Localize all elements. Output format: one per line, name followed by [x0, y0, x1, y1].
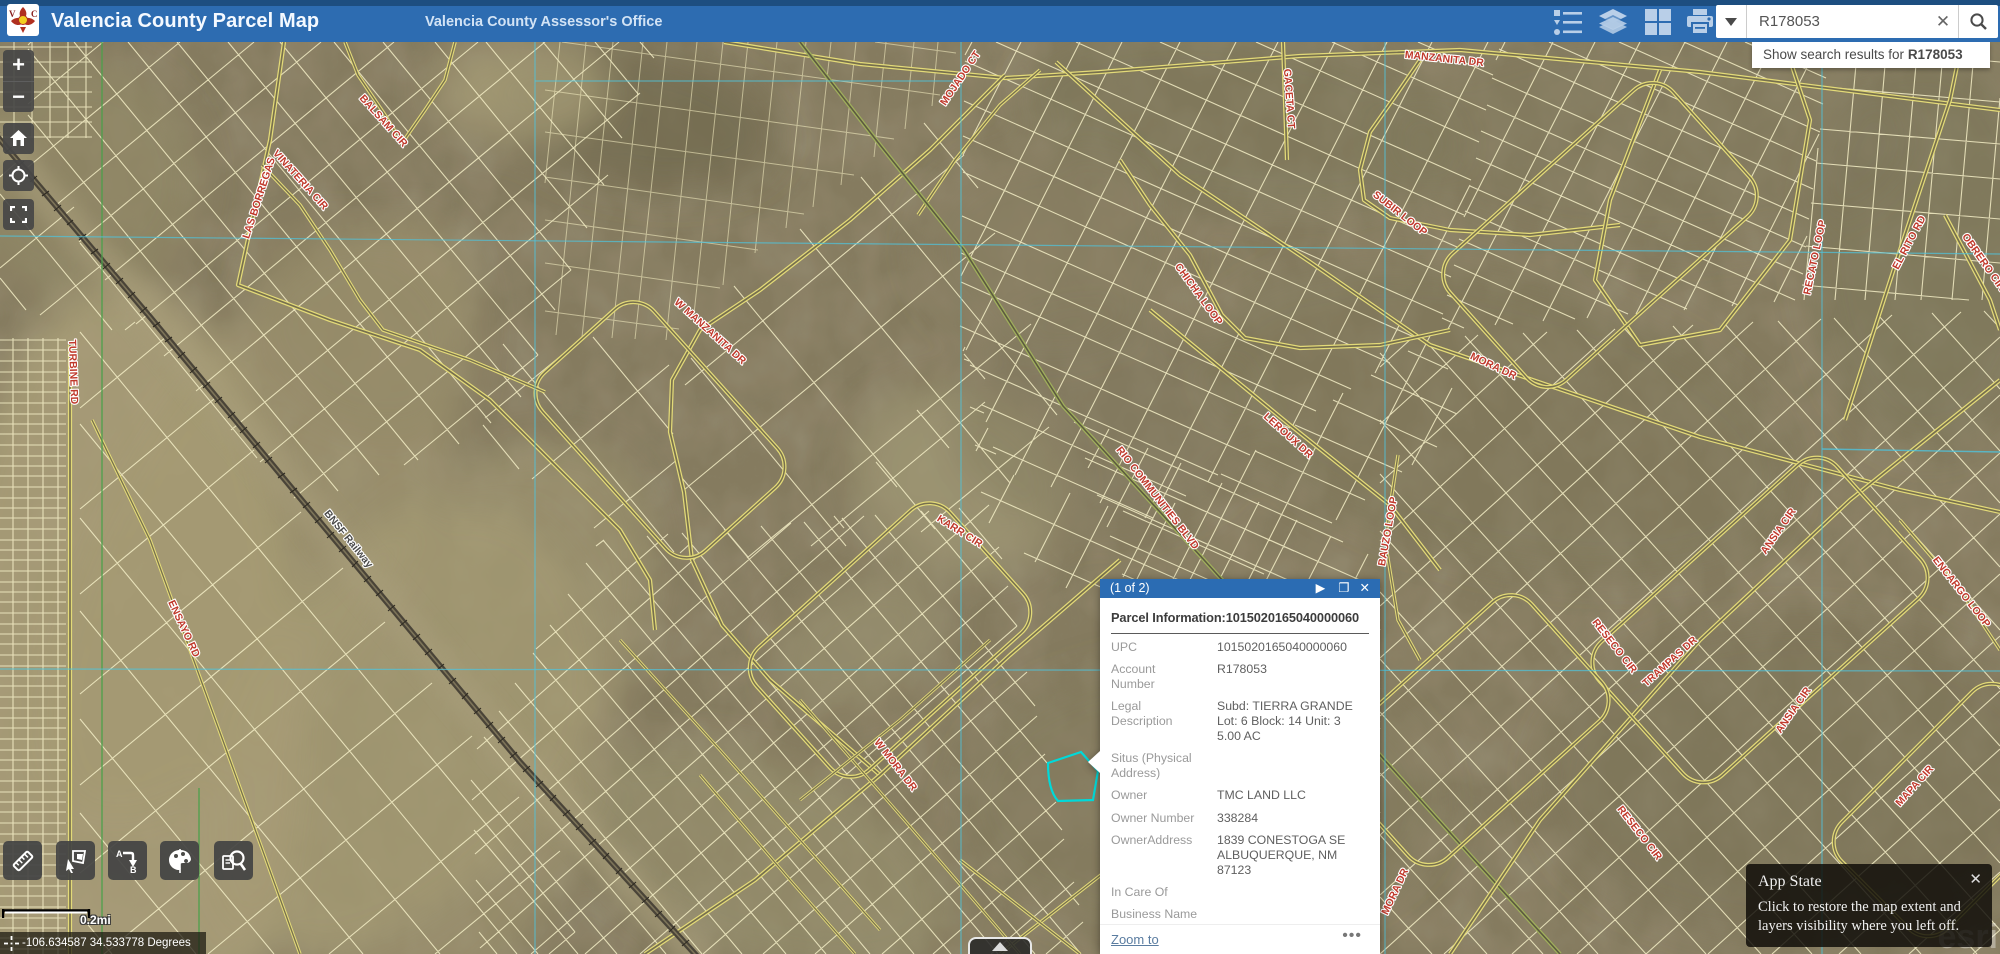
- svg-text:B: B: [130, 865, 137, 874]
- svg-text:A: A: [116, 849, 123, 859]
- svg-text:C: C: [31, 9, 38, 19]
- svg-text:TURBINE RD: TURBINE RD: [66, 339, 80, 405]
- svg-text:V: V: [9, 9, 16, 19]
